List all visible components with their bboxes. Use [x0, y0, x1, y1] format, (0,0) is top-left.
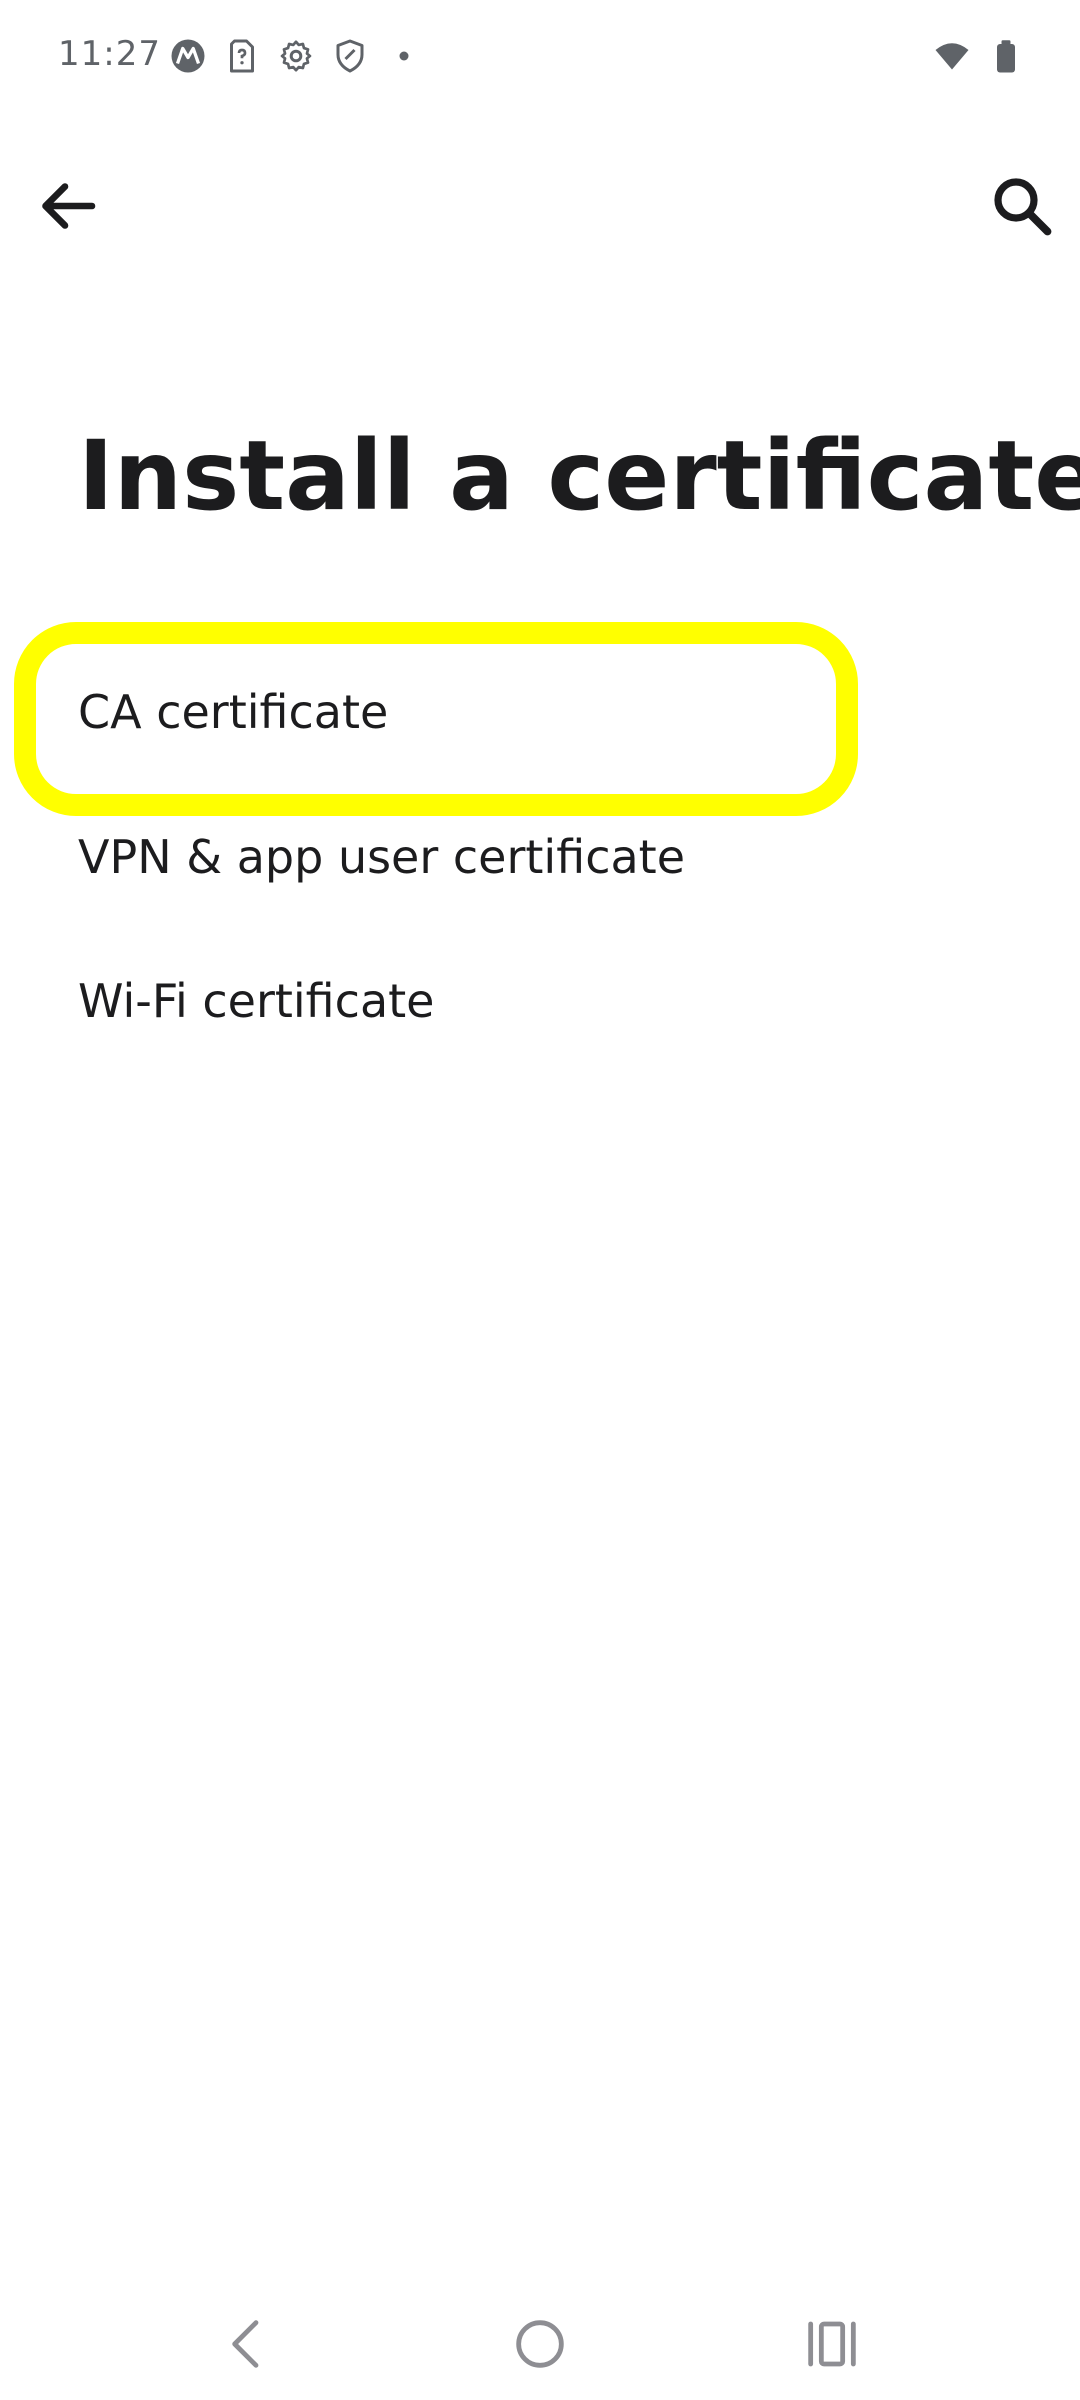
wifi-icon	[934, 38, 970, 74]
nav-home-button[interactable]	[508, 2312, 572, 2376]
nav-back-button[interactable]	[216, 2312, 280, 2376]
search-button[interactable]	[986, 170, 1058, 242]
arrow-left-icon	[32, 170, 104, 242]
list-item-ca-certificate[interactable]: CA certificate	[0, 645, 1080, 775]
nav-recents-icon	[800, 2312, 864, 2376]
list-item-label: Wi-Fi certificate	[78, 974, 435, 1028]
status-bar: 11:27	[0, 0, 1080, 110]
motorola-icon	[170, 38, 206, 74]
list-item-vpn-app-user-certificate[interactable]: VPN & app user certificate	[0, 790, 1080, 920]
list-item-wifi-certificate[interactable]: Wi-Fi certificate	[0, 934, 1080, 1064]
shield-icon	[332, 38, 368, 74]
nav-recents-button[interactable]	[800, 2312, 864, 2376]
list-item-label: CA certificate	[78, 685, 389, 739]
sim-unknown-icon	[224, 38, 260, 74]
notification-dot-icon	[386, 38, 422, 74]
nav-home-icon	[508, 2312, 572, 2376]
search-icon	[986, 170, 1058, 242]
battery-icon	[988, 38, 1024, 74]
list-item-label: VPN & app user certificate	[78, 830, 686, 884]
back-button[interactable]	[32, 170, 104, 242]
nav-back-icon	[216, 2312, 280, 2376]
settings-gear-icon	[278, 38, 314, 74]
status-time: 11:27	[58, 34, 161, 74]
page-title: Install a certificate	[78, 420, 1080, 532]
